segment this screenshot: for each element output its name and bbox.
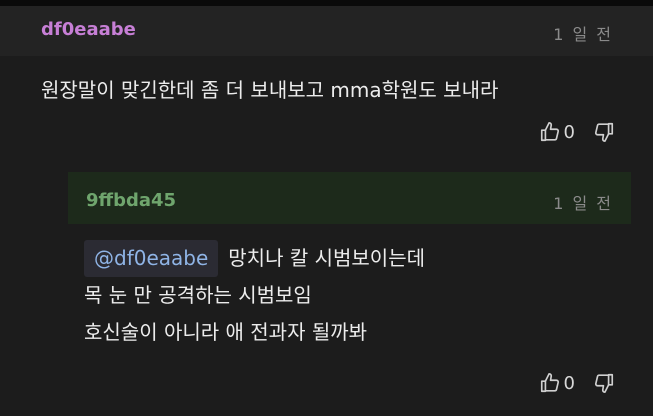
thumbs-up-icon (539, 121, 561, 143)
comment-author[interactable]: df0eaabe (41, 19, 136, 40)
like-button[interactable]: 0 (539, 121, 575, 143)
reply-line-1-text: 망치나 칼 시범보이는데 (228, 246, 425, 270)
thumbs-up-icon (539, 372, 561, 394)
reply-dislike-button[interactable] (593, 372, 615, 394)
comment-vote-bar: 0 (539, 121, 615, 143)
reply-line-1: @df0eaabe 망치나 칼 시범보이는데 (84, 240, 425, 277)
reply-like-count: 0 (563, 372, 575, 394)
mention-link[interactable]: @df0eaabe (84, 240, 219, 277)
reply-like-button[interactable]: 0 (539, 372, 575, 394)
reply-author[interactable]: 9ffbda45 (86, 190, 176, 211)
thumbs-down-icon (593, 372, 615, 394)
reply-line-3: 호신술이 아니라 애 전과자 될까봐 (84, 320, 368, 344)
like-count: 0 (563, 121, 575, 143)
comment-timestamp: 1 일 전 (553, 25, 613, 44)
reply-text: @df0eaabe 망치나 칼 시범보이는데 목 눈 만 공격하는 시범보임 호신… (84, 240, 425, 351)
comment-text: 원장말이 맞긴한데 좀 더 보내보고 mma학원도 보내라 (41, 78, 499, 102)
reply-line-2: 목 눈 만 공격하는 시범보임 (84, 283, 312, 307)
reply-vote-bar: 0 (539, 372, 615, 394)
reply-timestamp: 1 일 전 (553, 194, 613, 213)
comment-thread: df0eaabe 1 일 전 원장말이 맞긴한데 좀 더 보내보고 mma학원도… (0, 0, 653, 416)
dislike-button[interactable] (593, 121, 615, 143)
thumbs-down-icon (593, 121, 615, 143)
